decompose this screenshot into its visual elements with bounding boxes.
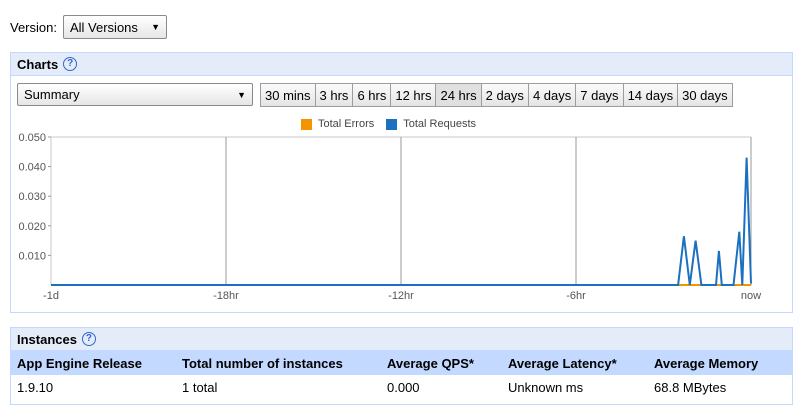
x-tick-label: -18hr (213, 290, 239, 302)
version-label: Version: (10, 19, 57, 35)
col-qps: Average QPS* (381, 351, 502, 375)
charts-panel: Charts ? Summary ▼ 30 mins 3 hrs 6 hrs 12 h… (10, 52, 793, 313)
col-latency: Average Latency* (502, 351, 648, 375)
cell-latency: Unknown ms (508, 380, 584, 395)
version-row: Version: All Versions ▼ (10, 15, 167, 39)
cell-total[interactable]: 1 total (176, 375, 381, 400)
x-tick-label: now (741, 290, 761, 302)
line-chart: 0.050 0.040 0.030 0.020 0.010 -1d -18hr -12hr -6… (18, 132, 761, 302)
table-header-row: App Engine Release Total number of insta… (11, 351, 792, 375)
instances-header: Instances ? (11, 328, 792, 351)
x-tick-label: -1d (43, 290, 59, 302)
cell-release: 1.9.10 (17, 380, 54, 395)
x-tick-label: -12hr (388, 290, 414, 302)
version-select-value: All Versions (69, 19, 138, 35)
table-row: 1.9.10 1 total 0.000 Unknown ms 68.8 MBy… (11, 375, 792, 400)
col-memory: Average Memory (648, 351, 792, 375)
col-release: App Engine Release (11, 351, 176, 375)
x-tick-label: -6hr (566, 290, 586, 302)
y-tick-label: 0.050 (18, 132, 46, 144)
y-tick-label: 0.020 (18, 221, 46, 233)
instances-panel: Instances ? App Engine Release Total num… (10, 327, 793, 405)
col-total: Total number of instances (176, 351, 381, 375)
version-select[interactable]: All Versions ▼ (62, 15, 167, 39)
y-tick-label: 0.030 (18, 191, 46, 203)
y-tick-label: 0.010 (18, 250, 46, 262)
instances-table: App Engine Release Total number of insta… (11, 351, 792, 400)
y-tick-label: 0.040 (18, 162, 46, 174)
help-circle-icon[interactable]: ? (81, 332, 96, 346)
cell-memory: 68.8 MBytes (654, 380, 727, 395)
cell-qps: 0.000 (387, 380, 420, 395)
triangle-down-icon: ▼ (151, 22, 160, 32)
instances-title: Instances (17, 331, 77, 347)
